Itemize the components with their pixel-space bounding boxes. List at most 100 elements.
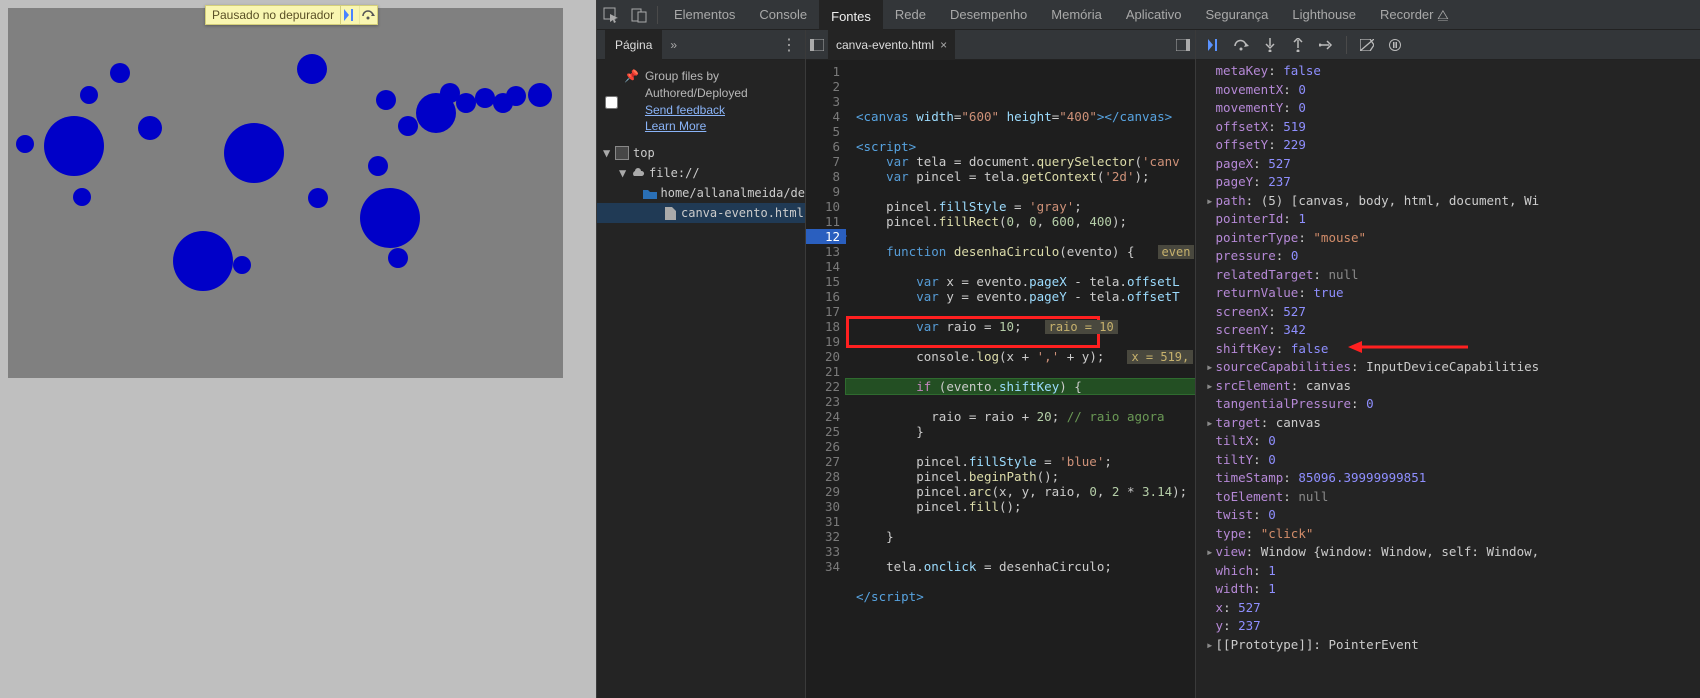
line-number[interactable]: 5	[806, 124, 846, 139]
code-line[interactable]: var y = evento.pageY - tela.offsetT	[846, 289, 1195, 304]
scope-row[interactable]: movementY: 0	[1206, 99, 1700, 118]
line-number[interactable]: 32	[806, 529, 846, 544]
scope-row[interactable]: relatedTarget: null	[1206, 266, 1700, 285]
line-number[interactable]: 12	[806, 229, 846, 244]
code-line[interactable]	[846, 394, 1195, 409]
line-number[interactable]: 19	[806, 334, 846, 349]
step-into-icon[interactable]	[1258, 33, 1282, 57]
devtools-tab[interactable]: Elementos	[662, 0, 747, 30]
code-line[interactable]: pincel.fillStyle = 'gray';	[846, 199, 1195, 214]
scope-row[interactable]: pointerId: 1	[1206, 210, 1700, 229]
code-line[interactable]: var raio = 10; raio = 10	[846, 319, 1195, 334]
scope-row[interactable]: ▸srcElement: canvas	[1206, 377, 1700, 396]
code-line[interactable]: raio = raio + 20; // raio agora	[846, 409, 1195, 424]
learn-more-link[interactable]: Learn More	[645, 118, 797, 135]
tree-file[interactable]: canva-evento.html	[681, 206, 804, 220]
code-line[interactable]	[846, 514, 1195, 529]
step-out-icon[interactable]	[1286, 33, 1310, 57]
line-number[interactable]: 8	[806, 169, 846, 184]
scope-row[interactable]: movementX: 0	[1206, 81, 1700, 100]
code-line[interactable]	[846, 304, 1195, 319]
navigator-menu-icon[interactable]: ⋮	[781, 35, 797, 55]
line-number[interactable]: 10	[806, 199, 846, 214]
scope-row[interactable]: y: 237	[1206, 617, 1700, 636]
code-line[interactable]	[846, 364, 1195, 379]
expand-icon[interactable]: ▸	[1206, 378, 1214, 393]
scope-row[interactable]: which: 1	[1206, 562, 1700, 581]
code-line[interactable]: <script>	[846, 139, 1195, 154]
scope-row[interactable]: shiftKey: false	[1206, 340, 1700, 359]
devtools-tab[interactable]: Desempenho	[938, 0, 1039, 30]
line-number[interactable]: 21	[806, 364, 846, 379]
code-line[interactable]: pincel.beginPath();	[846, 469, 1195, 484]
scope-row[interactable]: ▸sourceCapabilities: InputDeviceCapabili…	[1206, 358, 1700, 377]
toggle-navigator-icon[interactable]	[806, 39, 828, 51]
scope-row[interactable]: screenX: 527	[1206, 303, 1700, 322]
scope-row[interactable]: tiltY: 0	[1206, 451, 1700, 470]
line-number[interactable]: 24	[806, 409, 846, 424]
line-number[interactable]: 28	[806, 469, 846, 484]
code-line[interactable]: pincel.arc(x, y, raio, 0, 2 * 3.14);	[846, 484, 1195, 499]
scope-row[interactable]: metaKey: false	[1206, 62, 1700, 81]
line-number[interactable]: 23	[806, 394, 846, 409]
group-files-checkbox[interactable]	[605, 70, 618, 135]
line-number[interactable]: 2	[806, 79, 846, 94]
line-number[interactable]: 7	[806, 154, 846, 169]
line-number[interactable]: 27	[806, 454, 846, 469]
code-line[interactable]: console.log(x + ',' + y); x = 519,	[846, 349, 1195, 364]
scope-row[interactable]: ▸target: canvas	[1206, 414, 1700, 433]
code-line[interactable]	[846, 574, 1195, 589]
close-tab-icon[interactable]: ×	[940, 38, 947, 52]
code-line[interactable]	[846, 439, 1195, 454]
line-number[interactable]: 17	[806, 304, 846, 319]
scope-row[interactable]: screenY: 342	[1206, 321, 1700, 340]
line-number[interactable]: 16	[806, 289, 846, 304]
toggle-debugger-icon[interactable]	[1171, 39, 1195, 51]
expand-icon[interactable]: ▸	[1206, 415, 1214, 430]
deactivate-breakpoints-icon[interactable]	[1355, 33, 1379, 57]
devtools-tab[interactable]: Rede	[883, 0, 938, 30]
code-line[interactable]: function desenhaCirculo(evento) { even	[846, 244, 1195, 259]
line-number[interactable]: 34	[806, 559, 846, 574]
line-number[interactable]: 26	[806, 439, 846, 454]
scope-row[interactable]: twist: 0	[1206, 506, 1700, 525]
devtools-tab[interactable]: Segurança	[1194, 0, 1281, 30]
scope-row[interactable]: returnValue: true	[1206, 284, 1700, 303]
expand-icon[interactable]: ▸	[1206, 359, 1214, 374]
scope-row[interactable]: ▸[[Prototype]]: PointerEvent	[1206, 636, 1700, 655]
line-number[interactable]: 25	[806, 424, 846, 439]
scope-row[interactable]: ▸path: (5) [canvas, body, html, document…	[1206, 192, 1700, 211]
expand-icon[interactable]: ▸	[1206, 637, 1214, 652]
devtools-tab[interactable]: Aplicativo	[1114, 0, 1194, 30]
code-line[interactable]	[846, 184, 1195, 199]
line-number[interactable]: 13	[806, 244, 846, 259]
scope-row[interactable]: pointerType: "mouse"	[1206, 229, 1700, 248]
scope-row[interactable]: tangentialPressure: 0	[1206, 395, 1700, 414]
scope-row[interactable]: x: 527	[1206, 599, 1700, 618]
scope-row[interactable]: offsetX: 519	[1206, 118, 1700, 137]
line-number[interactable]: 31	[806, 514, 846, 529]
scope-row[interactable]: pageX: 527	[1206, 155, 1700, 174]
code-line[interactable]: tela.onclick = desenhaCirculo;	[846, 559, 1195, 574]
line-number[interactable]: 3	[806, 94, 846, 109]
code-line[interactable]	[846, 229, 1195, 244]
code-line[interactable]: }	[846, 529, 1195, 544]
line-number[interactable]: 1	[806, 64, 846, 79]
devtools-tab[interactable]: Lighthouse	[1280, 0, 1368, 30]
line-number[interactable]: 9	[806, 184, 846, 199]
code-line[interactable]	[846, 334, 1195, 349]
pause-exceptions-icon[interactable]	[1383, 33, 1407, 57]
scope-row[interactable]: offsetY: 229	[1206, 136, 1700, 155]
line-number[interactable]: 22	[806, 379, 846, 394]
step-over-button[interactable]	[359, 6, 377, 24]
line-number[interactable]: 14	[806, 259, 846, 274]
code-line[interactable]	[846, 604, 1195, 619]
step-icon[interactable]	[1314, 33, 1338, 57]
scope-row[interactable]: ▸view: Window {window: Window, self: Win…	[1206, 543, 1700, 562]
editor-tab[interactable]: canva-evento.html ×	[828, 30, 955, 60]
devtools-tab[interactable]: Fontes	[819, 0, 883, 30]
devtools-tab[interactable]: Memória	[1039, 0, 1114, 30]
expand-icon[interactable]: ▸	[1206, 193, 1214, 208]
line-number[interactable]: 18	[806, 319, 846, 334]
code-line[interactable]	[846, 124, 1195, 139]
